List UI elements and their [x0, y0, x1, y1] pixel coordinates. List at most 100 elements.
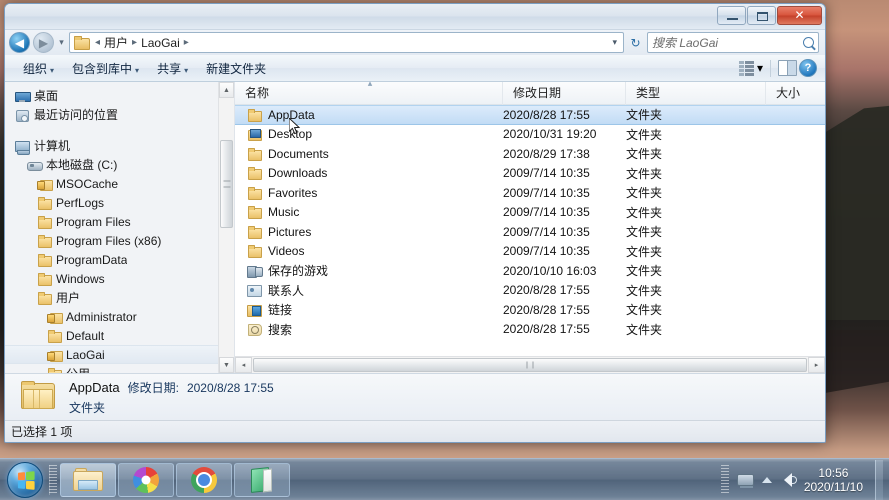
file-type: 文件夹 — [626, 127, 663, 142]
table-row[interactable]: Videos 2009/7/14 10:35 文件夹 — [235, 242, 825, 262]
sidebar-item-desktop[interactable]: 桌面 — [5, 86, 218, 105]
change-view-icon[interactable] — [738, 61, 755, 76]
disk-icon — [27, 158, 43, 172]
command-bar: 组织 ▾ 包含到库中 ▾ 共享 ▾ 新建文件夹 ▾ ? — [5, 55, 825, 82]
search-box[interactable] — [647, 32, 819, 53]
help-icon[interactable]: ? — [799, 59, 817, 77]
file-list-horizontal-scrollbar[interactable]: ◂ ▸ — [235, 356, 825, 373]
breadcrumb-item-users[interactable]: 用户 — [103, 34, 129, 51]
system-tray: 10:56 2020/11/10 — [720, 459, 889, 500]
volume-icon[interactable] — [780, 472, 797, 487]
sidebar-item-program-files-x86[interactable]: Program Files (x86) — [5, 231, 218, 250]
sidebar-item-default[interactable]: Default — [5, 326, 218, 345]
folder-icon — [247, 205, 262, 220]
table-row[interactable]: 链接 2020/8/28 17:55 文件夹 — [235, 300, 825, 320]
sidebar-item-programdata[interactable]: ProgramData — [5, 250, 218, 269]
sidebar-item-public[interactable]: 公用 — [5, 364, 218, 373]
file-name: AppData — [268, 107, 315, 122]
table-row[interactable]: Favorites 2009/7/14 10:35 文件夹 — [235, 183, 825, 203]
file-type: 文件夹 — [626, 244, 663, 259]
file-type: 文件夹 — [626, 205, 663, 220]
sidebar-item-msocache[interactable]: MSOCache — [5, 174, 218, 193]
back-button[interactable]: ◀ — [9, 32, 30, 53]
minimize-icon — [727, 18, 738, 20]
breadcrumb-root-sep[interactable]: ◂ — [93, 37, 102, 48]
file-name-cell: 保存的游戏 — [235, 262, 503, 279]
clock[interactable]: 10:56 2020/11/10 — [804, 466, 867, 494]
column-header-size[interactable]: 大小 — [766, 82, 825, 105]
search-input[interactable] — [652, 35, 814, 50]
table-row[interactable]: Desktop 2020/10/31 19:20 文件夹 — [235, 125, 825, 145]
scroll-left-button[interactable]: ◂ — [235, 357, 252, 373]
recent-pages-button[interactable]: ▾ — [57, 37, 66, 48]
share-with-button[interactable]: 共享 ▾ — [149, 56, 196, 81]
sidebar-item-program-files[interactable]: Program Files — [5, 212, 218, 231]
sidebar-item-local-disk-c[interactable]: 本地磁盘 (C:) — [5, 155, 218, 174]
forward-button[interactable]: ▶ — [33, 32, 54, 53]
scroll-up-button[interactable]: ▲ — [219, 82, 234, 98]
taskbar-item-google-chrome[interactable] — [176, 462, 232, 497]
show-desktop-button[interactable] — [875, 459, 883, 500]
sidebar-item-computer[interactable]: 计算机 — [5, 136, 218, 155]
show-hidden-icons-button[interactable] — [761, 476, 772, 483]
sidebar-item-label: PerfLogs — [56, 195, 105, 210]
refresh-button[interactable]: ↻ — [627, 36, 644, 50]
start-button[interactable] — [2, 460, 48, 500]
navigation-pane-scrollbar[interactable]: ▲ ▼ — [218, 82, 234, 373]
file-list[interactable]: AppData 2020/8/28 17:55 文件夹 Desktop 2020… — [235, 105, 825, 356]
column-header-date[interactable]: 修改日期 — [503, 81, 626, 105]
table-row[interactable]: 联系人 2020/8/28 17:55 文件夹 — [235, 281, 825, 301]
hscrollbar-thumb[interactable] — [253, 358, 807, 372]
close-button[interactable]: ✕ — [777, 6, 822, 25]
sidebar-item-laogai[interactable]: LaoGai — [5, 345, 218, 364]
new-folder-button[interactable]: 新建文件夹 — [198, 56, 274, 81]
table-row[interactable]: 搜索 2020/8/28 17:55 文件夹 — [235, 320, 825, 340]
file-date: 2020/8/29 17:38 — [503, 146, 590, 161]
search-icon — [803, 37, 814, 48]
table-row[interactable]: Documents 2020/8/29 17:38 文件夹 — [235, 144, 825, 164]
table-row[interactable]: Music 2009/7/14 10:35 文件夹 — [235, 203, 825, 223]
address-breadcrumb-bar[interactable]: ◂ 用户 ▸ LaoGai ▸ ▾ — [69, 32, 624, 53]
taskbar-item-windows-explorer[interactable] — [60, 462, 116, 497]
include-in-library-label: 包含到库中 — [72, 61, 133, 76]
network-icon[interactable] — [736, 473, 754, 488]
tray-grip[interactable] — [720, 464, 729, 495]
sidebar-item-users[interactable]: 用户 — [5, 288, 218, 307]
sidebar-item-administrator[interactable]: Administrator — [5, 307, 218, 326]
scroll-down-button[interactable]: ▼ — [219, 357, 234, 373]
title-bar: ✕ — [5, 4, 825, 30]
sidebar-item-label: Program Files (x86) — [56, 233, 162, 248]
breadcrumb-sep-1[interactable]: ▸ — [130, 37, 139, 48]
scroll-right-button[interactable]: ▸ — [808, 357, 825, 373]
scrollbar-track[interactable] — [219, 98, 234, 357]
sidebar-item-windows[interactable]: Windows — [5, 269, 218, 288]
table-row[interactable]: Downloads 2009/7/14 10:35 文件夹 — [235, 164, 825, 184]
taskbar-item-browser-colorwheel[interactable] — [118, 462, 174, 497]
folder-icon — [37, 196, 52, 210]
sidebar-item-label: Program Files — [56, 214, 131, 229]
file-name-cell: Favorites — [235, 186, 503, 200]
taskbar-grip[interactable] — [49, 464, 57, 495]
sidebar-item-recent-places[interactable]: 最近访问的位置 — [5, 105, 218, 124]
table-row[interactable]: Pictures 2009/7/14 10:35 文件夹 — [235, 222, 825, 242]
address-bar-row: ◀ ▶ ▾ ◂ 用户 ▸ LaoGai ▸ ▾ ↻ — [5, 30, 825, 55]
chevron-down-icon[interactable]: ▾ — [757, 61, 763, 75]
breadcrumb-item-laogai[interactable]: LaoGai — [140, 36, 181, 50]
recent-places-icon — [15, 108, 30, 122]
taskbar-item-note-app[interactable] — [234, 462, 290, 497]
maximize-button[interactable] — [747, 6, 776, 25]
hscrollbar-track[interactable] — [252, 357, 808, 373]
file-date: 2020/8/28 17:55 — [503, 322, 590, 337]
preview-pane-icon[interactable] — [778, 60, 797, 76]
minimize-button[interactable] — [717, 6, 746, 25]
desktop: ✕ ◀ ▶ ▾ ◂ 用户 ▸ LaoGai ▸ ▾ ↻ 搜索 LaoGai 组织… — [0, 0, 889, 500]
sidebar-item-perflogs[interactable]: PerfLogs — [5, 193, 218, 212]
column-header-type[interactable]: 类型 — [626, 81, 766, 105]
table-row[interactable]: 保存的游戏 2020/10/10 16:03 文件夹 — [235, 261, 825, 281]
breadcrumb-sep-2[interactable]: ▸ — [182, 37, 191, 48]
include-in-library-button[interactable]: 包含到库中 ▾ — [64, 56, 147, 81]
organize-button[interactable]: 组织 ▾ — [15, 56, 62, 81]
scrollbar-thumb[interactable] — [220, 140, 233, 228]
table-row[interactable]: AppData 2020/8/28 17:55 文件夹 — [235, 105, 825, 125]
address-dropdown-button[interactable]: ▾ — [608, 37, 621, 48]
